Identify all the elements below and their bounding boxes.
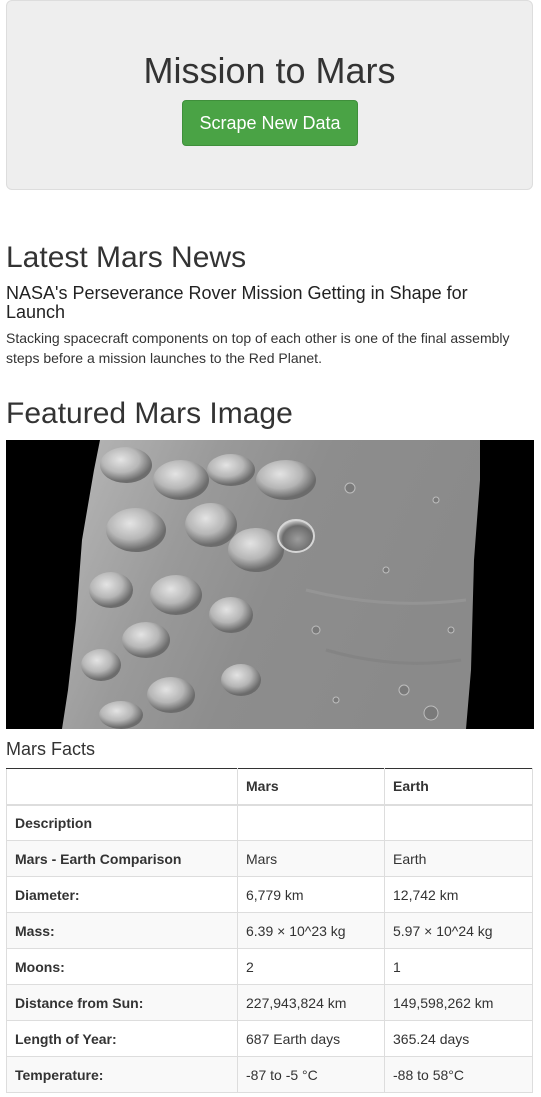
news-headline: NASA's Perseverance Rover Mission Gettin… (6, 283, 468, 322)
table-header-row: Mars Earth (6, 768, 533, 806)
table-row: Moons: 2 1 (6, 948, 533, 985)
column-header-mars: Mars (237, 768, 385, 806)
page-title: Mission to Mars (143, 50, 396, 91)
featured-mars-image (6, 440, 534, 729)
mars-facts-table: Mars Earth Description Mars - Earth Comp… (6, 768, 533, 1093)
mars-surface-image (6, 440, 534, 729)
table-row: Distance from Sun: 227,943,824 km 149,59… (6, 984, 533, 1021)
earth-value: Earth (384, 840, 533, 877)
table-row: Mars - Earth Comparison Mars Earth (6, 840, 533, 877)
table-row: Mass: 6.39 × 10^23 kg 5.97 × 10^24 kg (6, 912, 533, 949)
earth-value (384, 804, 533, 841)
mars-value: 227,943,824 km (237, 984, 385, 1021)
row-label: Description (6, 804, 238, 841)
column-header (6, 768, 238, 806)
mars-value (237, 804, 385, 841)
news-teaser: Stacking spacecraft components on top of… (6, 330, 510, 366)
column-header-earth: Earth (384, 768, 533, 806)
row-label: Mars - Earth Comparison (6, 840, 238, 877)
table-row: Description (6, 804, 533, 841)
table-row: Diameter: 6,779 km 12,742 km (6, 876, 533, 913)
mars-value: 2 (237, 948, 385, 985)
earth-value: 365.24 days (384, 1020, 533, 1057)
row-label: Temperature: (6, 1056, 238, 1093)
mars-facts-heading: Mars Facts (6, 739, 96, 759)
mars-value: -87 to -5 °C (237, 1056, 385, 1093)
earth-value: 149,598,262 km (384, 984, 533, 1021)
earth-value: -88 to 58°C (384, 1056, 533, 1093)
mars-value: 687 Earth days (237, 1020, 385, 1057)
row-label: Moons: (6, 948, 238, 985)
earth-value: 5.97 × 10^24 kg (384, 912, 533, 949)
header-jumbotron: Mission to Mars Scrape New Data (6, 0, 533, 190)
table-row: Length of Year: 687 Earth days 365.24 da… (6, 1020, 533, 1057)
mars-value: Mars (237, 840, 385, 877)
mars-value: 6,779 km (237, 876, 385, 913)
mars-value: 6.39 × 10^23 kg (237, 912, 385, 949)
scrape-new-data-button[interactable]: Scrape New Data (182, 100, 358, 146)
row-label: Length of Year: (6, 1020, 238, 1057)
table-row: Temperature: -87 to -5 °C -88 to 58°C (6, 1056, 533, 1093)
featured-image-heading: Featured Mars Image (6, 397, 293, 430)
earth-value: 12,742 km (384, 876, 533, 913)
row-label: Diameter: (6, 876, 238, 913)
row-label: Distance from Sun: (6, 984, 238, 1021)
latest-news-heading: Latest Mars News (6, 241, 247, 274)
row-label: Mass: (6, 912, 238, 949)
earth-value: 1 (384, 948, 533, 985)
